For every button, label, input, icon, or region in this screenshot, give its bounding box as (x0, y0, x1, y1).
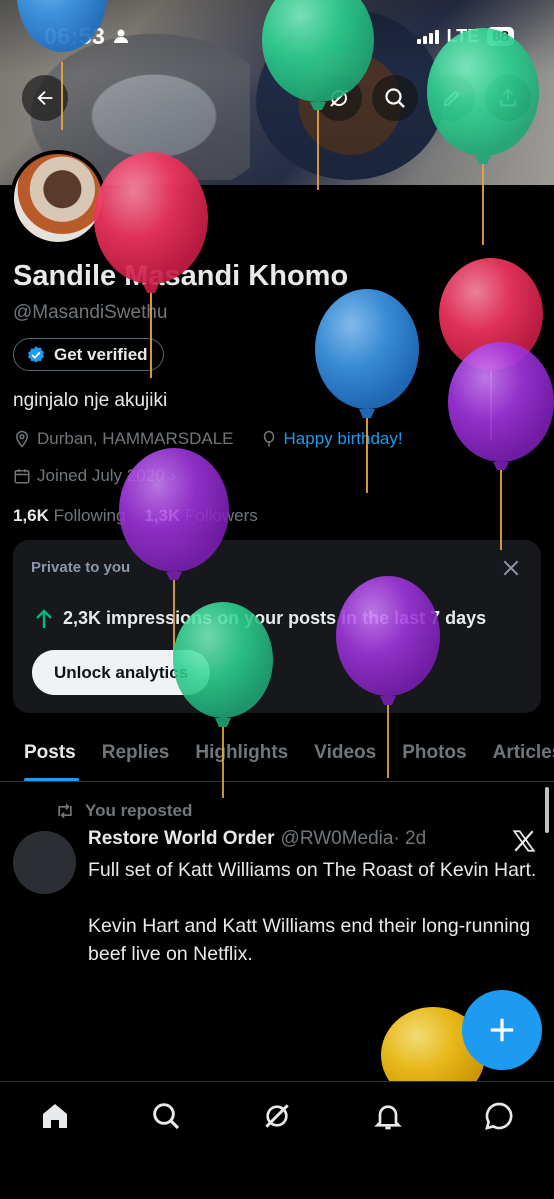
plus-icon (490, 1018, 514, 1042)
signal-icon (416, 28, 439, 44)
tab-photos[interactable]: Photos (389, 724, 479, 781)
home-icon (43, 1104, 68, 1128)
edit-button[interactable] (429, 75, 475, 121)
profile-tabs: Posts Replies Highlights Videos Photos A… (0, 724, 554, 782)
post-author-handle: @RW0Media (280, 828, 394, 849)
share-icon (499, 88, 517, 107)
profile-avatar[interactable] (10, 150, 106, 246)
get-verified-label: Get verified (54, 344, 148, 364)
analytics-card: Private to you 2,3K impressions on your … (13, 540, 541, 713)
x-logo-icon (512, 830, 536, 852)
search-button[interactable] (372, 75, 418, 121)
profile-bio: nginjalo nje akujiki (13, 390, 168, 411)
post-author-avatar[interactable] (13, 831, 76, 894)
balloon-blue-1 (315, 289, 419, 493)
following-link[interactable]: 1,6K Following (13, 506, 125, 525)
scrollbar[interactable] (545, 787, 549, 833)
explore-icon (153, 1103, 180, 1130)
share-button[interactable] (485, 75, 531, 121)
notifications-icon (373, 1105, 402, 1130)
birthday-link[interactable]: Happy birthday! (284, 429, 403, 449)
search-icon (385, 88, 405, 108)
bottom-navigation (0, 1081, 554, 1199)
tab-highlights[interactable]: Highlights (182, 724, 301, 781)
edit-icon (443, 90, 460, 107)
tab-replies[interactable]: Replies (89, 724, 183, 781)
impressions-row: 2,3K impressions on your posts in the la… (35, 608, 486, 629)
close-card-button[interactable] (501, 558, 521, 583)
person-icon (114, 29, 129, 43)
balloon-purple-1 (448, 342, 554, 550)
analytics-card-title: Private to you (31, 559, 131, 576)
joined-row: Joined July 2020 › (13, 466, 176, 486)
profile-meta-row: Durban, HAMMARSDALE Happy birthday! (13, 429, 403, 449)
messages-icon (484, 1102, 513, 1130)
grok-icon (330, 89, 348, 107)
tab-videos[interactable]: Videos (301, 724, 389, 781)
impressions-text: impressions on your posts in the last 7 … (106, 608, 487, 628)
profile-handle: @MasandiSwethu (13, 302, 168, 323)
post-author-name[interactable]: Restore World Order (88, 828, 275, 850)
post-source-logo (511, 828, 537, 859)
post-text[interactable]: Full set of Katt Williams on The Roast o… (88, 856, 538, 968)
repost-icon (58, 803, 72, 819)
follow-stats: 1,6K Following 1,3K Followers (13, 506, 258, 526)
birthday-balloon-icon (263, 430, 274, 447)
arrow-up-icon (36, 608, 52, 628)
status-bar: 06:53 LTE 88 (0, 18, 554, 54)
nav-grok[interactable] (247, 1100, 307, 1140)
status-time: 06:53 (44, 22, 106, 49)
close-icon (503, 560, 519, 576)
back-arrow-icon (37, 90, 53, 106)
network-label: LTE (446, 25, 480, 46)
battery-indicator: 88 (487, 26, 514, 46)
balloon-red-2 (439, 258, 543, 440)
grok-button[interactable] (316, 75, 362, 121)
chevron-right-icon: › (170, 466, 177, 485)
verified-badge-icon (28, 345, 44, 363)
tab-articles[interactable]: Articles (480, 724, 554, 781)
repost-indicator: You reposted (55, 801, 192, 821)
profile-location: Durban, HAMMARSDALE (37, 429, 234, 448)
nav-home[interactable] (25, 1100, 85, 1140)
nav-messages[interactable] (469, 1100, 529, 1140)
followers-link[interactable]: 1,3K Followers (144, 506, 257, 525)
nav-notifications[interactable] (358, 1100, 418, 1140)
tab-posts[interactable]: Posts (0, 724, 89, 781)
nav-explore[interactable] (136, 1100, 196, 1140)
display-name: Sandile Masandi Khomo (13, 260, 349, 292)
calendar-icon (14, 469, 30, 484)
location-icon (15, 430, 29, 448)
impressions-count: 2,3K (63, 608, 102, 628)
post-time: · 2d (393, 828, 427, 849)
back-button[interactable] (22, 75, 68, 121)
unlock-analytics-button[interactable]: Unlock analytics (32, 650, 211, 695)
followers-label: Followers (185, 506, 258, 525)
following-count: 1,6K (13, 506, 49, 525)
get-verified-button[interactable]: Get verified (13, 338, 164, 371)
joined-date: Joined July 2020 (37, 466, 165, 485)
compose-post-button[interactable] (462, 990, 542, 1070)
followers-count: 1,3K (144, 506, 181, 525)
repost-label: You reposted (85, 801, 193, 820)
grok-icon (265, 1104, 289, 1128)
post-header: Restore World Order @RW0Media · 2d (88, 828, 426, 850)
following-label: Following (53, 506, 126, 525)
